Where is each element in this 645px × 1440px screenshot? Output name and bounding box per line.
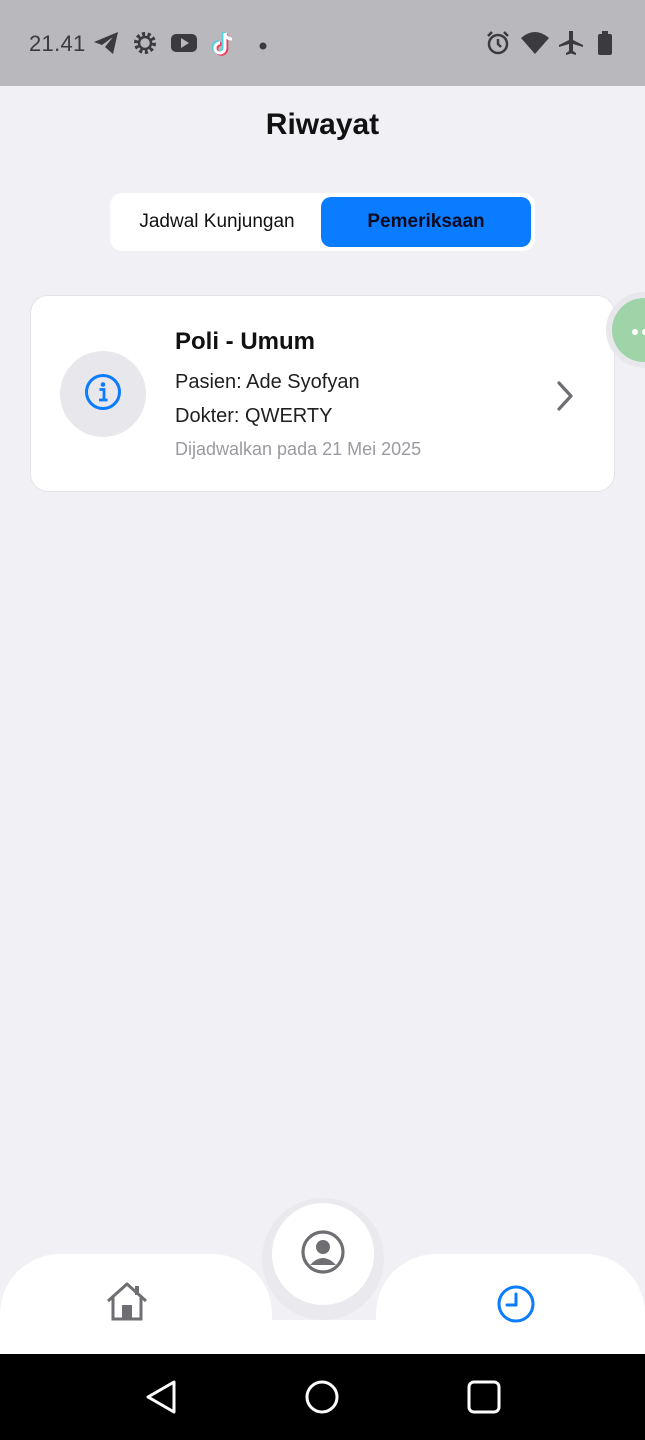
floating-chat-bubble[interactable] (612, 298, 645, 362)
card-title: Poli - Umum (175, 328, 316, 355)
page-title: Riwayat (265, 108, 380, 141)
card-scheduled-date: Dijadwalkan pada 21 Mei 2025 (175, 439, 422, 459)
more-dots-icon (632, 324, 645, 342)
record-card[interactable]: Poli - Umum Pasien: Ade Syofyan Dokter: … (30, 295, 615, 492)
status-time: 21.41 (29, 31, 86, 56)
home-icon[interactable] (104, 1280, 150, 1327)
segmented-tabs: Jadwal Kunjungan Pemeriksaan (110, 193, 535, 251)
battery-icon (597, 30, 613, 61)
system-navigation-bar (0, 1354, 645, 1440)
status-bar: 21.41 (0, 0, 645, 86)
card-patient: Pasien: Ade Syofyan (175, 371, 360, 393)
airplane-icon (558, 30, 584, 61)
tab-pemeriksaan[interactable]: Pemeriksaan (321, 197, 531, 247)
back-icon[interactable] (144, 1379, 178, 1420)
youtube-icon (170, 30, 198, 61)
app-screen: 21.41 Riwayat Jadwal Kunjungan Pemeriksa… (0, 0, 645, 1440)
tab-jadwal-kunjungan[interactable]: Jadwal Kunjungan (110, 193, 324, 251)
card-doctor: Dokter: QWERTY (175, 405, 333, 427)
chevron-right-icon (551, 378, 579, 419)
home-circle-icon[interactable] (304, 1379, 340, 1420)
profile-icon (300, 1229, 346, 1280)
tiktok-icon (210, 30, 236, 63)
notification-dot-icon (258, 38, 268, 56)
telegram-icon (92, 30, 120, 61)
nav-profile-button[interactable] (272, 1203, 374, 1305)
recents-square-icon[interactable] (466, 1379, 502, 1420)
history-clock-icon[interactable] (496, 1284, 536, 1329)
info-icon (83, 372, 123, 417)
settings-gear-icon (132, 30, 158, 61)
alarm-icon (485, 30, 511, 61)
bottom-navigation (0, 1198, 645, 1354)
wifi-icon (520, 30, 550, 61)
card-icon-circle (60, 351, 146, 437)
